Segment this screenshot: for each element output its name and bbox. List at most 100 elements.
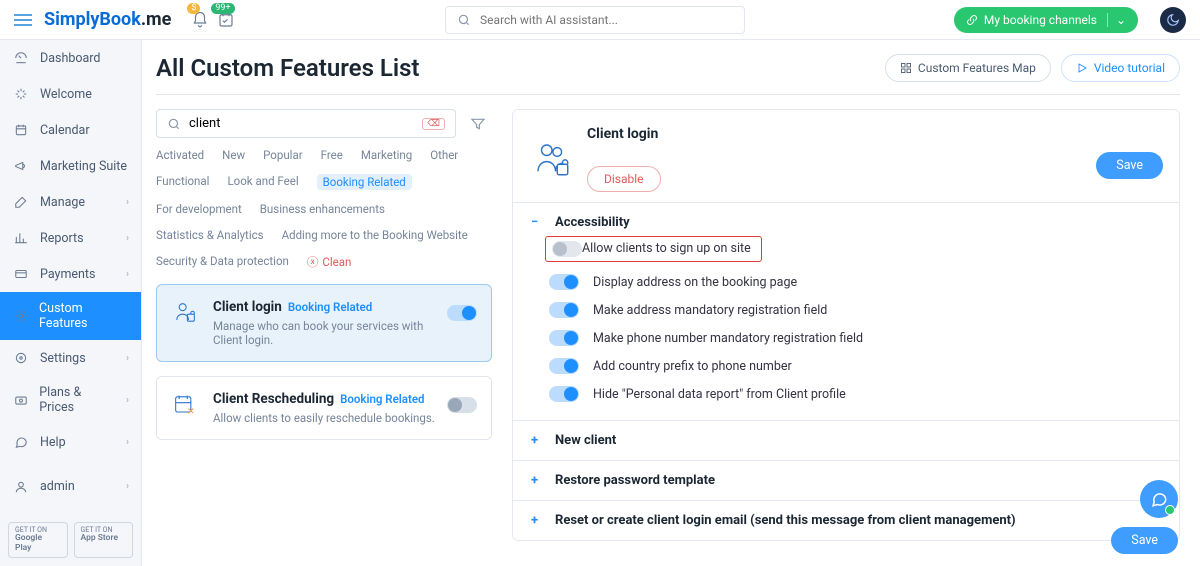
sidebar-item-settings[interactable]: Settings › — [0, 340, 141, 376]
filter-tag[interactable]: Marketing — [361, 148, 412, 162]
plus-icon: + — [531, 473, 545, 488]
filter-tag[interactable]: Booking Related — [317, 174, 412, 190]
option-row: Display address on the booking page — [531, 268, 1161, 296]
global-search-input[interactable] — [480, 13, 734, 27]
sidebar-item-help[interactable]: Help› — [0, 424, 141, 460]
feature-card[interactable]: Client ReschedulingBooking RelatedAllow … — [156, 376, 492, 440]
option-toggle[interactable] — [549, 274, 579, 290]
filter-tag[interactable]: New — [222, 148, 245, 162]
feature-category: Booking Related — [288, 300, 372, 314]
option-toggle[interactable] — [549, 386, 579, 402]
sidebar-item-dashboard[interactable]: Dashboard — [0, 40, 141, 76]
menu-toggle[interactable] — [14, 11, 32, 29]
video-tutorial-button[interactable]: Video tutorial — [1061, 54, 1180, 82]
search-icon — [456, 11, 472, 29]
section-header[interactable]: −Accessibility — [531, 215, 1161, 230]
feature-search-input[interactable] — [189, 116, 414, 131]
sidebar-item-label: Manage — [40, 195, 85, 210]
sidebar-item-label: Help — [40, 435, 66, 450]
sidebar-item-label: Reports — [40, 231, 84, 246]
sidebar-item-plans-prices[interactable]: Plans & Prices› — [0, 376, 141, 424]
sidebar-item-marketing-suite[interactable]: Marketing Suite — [0, 148, 141, 184]
logo-suffix: .me — [141, 9, 172, 30]
clear-search-button[interactable]: ⌫ — [422, 118, 445, 130]
google-play-badge[interactable]: GET IT ONGoogle Play — [8, 522, 68, 558]
sidebar: Dashboard Welcome Calendar Marketing Suite M… — [0, 40, 142, 566]
custom-features-map-button[interactable]: Custom Features Map — [885, 54, 1051, 82]
option-toggle[interactable] — [552, 241, 582, 257]
filter-tag[interactable]: For development — [156, 202, 242, 216]
minus-icon: − — [531, 215, 545, 230]
grid-icon — [900, 62, 912, 74]
sidebar-item-manage[interactable]: Manage › — [0, 184, 141, 220]
feature-toggle[interactable] — [447, 397, 477, 413]
filter-tag[interactable]: Look and Feel — [227, 174, 298, 190]
sidebar-item-reports[interactable]: Reports › — [0, 220, 141, 256]
option-label: Make phone number mandatory registration… — [593, 331, 863, 346]
badge-billing: $ — [187, 3, 200, 14]
sidebar-item-label: Calendar — [40, 123, 90, 138]
sidebar-item-label: Marketing Suite — [40, 159, 127, 174]
section-header[interactable]: + Restore password template — [531, 473, 1161, 488]
filter-tags: Activated New Popular Free Marketing Other Fun… — [156, 148, 492, 270]
filter-tag[interactable]: Activated — [156, 148, 204, 162]
clean-filters[interactable]: ⓧClean — [307, 254, 352, 270]
sidebar-item-label: Welcome — [40, 87, 92, 102]
chevron-right-icon: › — [126, 395, 129, 406]
option-label: Hide "Personal data report" from Client … — [593, 387, 846, 402]
feature-search[interactable]: ⌫ — [156, 109, 456, 138]
option-row: Hide "Personal data report" from Client … — [531, 380, 1161, 408]
sidebar-item-custom-features[interactable]: Custom Features — [0, 292, 141, 340]
filter-tag[interactable]: Adding more to the Booking Website — [282, 228, 468, 242]
feature-title: Client Rescheduling — [213, 391, 334, 407]
sidebar-item-admin[interactable]: admin› — [0, 469, 141, 505]
section-label: Restore password template — [555, 473, 715, 488]
feature-toggle[interactable] — [447, 305, 477, 321]
option-toggle[interactable] — [549, 358, 579, 374]
disable-button[interactable]: Disable — [587, 166, 661, 192]
gear-icon — [12, 307, 29, 325]
sidebar-item-label: Settings — [40, 351, 86, 366]
filter-tag[interactable]: Business enhancements — [260, 202, 385, 216]
feature-card[interactable]: Client loginBooking RelatedManage who ca… — [156, 284, 492, 362]
filter-tag[interactable]: Popular — [263, 148, 303, 162]
sidebar-item-label: Dashboard — [40, 51, 100, 66]
logo[interactable]: SimplyBook.me — [44, 9, 171, 30]
option-toggle[interactable] — [549, 302, 579, 318]
pencil-icon — [12, 193, 30, 211]
global-search[interactable] — [445, 6, 745, 34]
chevron-right-icon: › — [126, 233, 129, 244]
filter-icon[interactable] — [464, 110, 492, 138]
chevron-right-icon: › — [126, 269, 129, 280]
section-header[interactable]: +Reset or create client login email (sen… — [531, 513, 1161, 528]
filter-tag[interactable]: Free — [321, 148, 343, 162]
sidebar-item-payments[interactable]: Payments › — [0, 256, 141, 292]
sidebar-item-label: Payments — [40, 267, 95, 282]
app-store-badge[interactable]: GET IT ONApp Store — [74, 522, 134, 558]
filter-tag[interactable]: Other — [430, 148, 458, 162]
save-button-bottom[interactable]: Save — [1111, 527, 1178, 554]
theme-toggle[interactable] — [1160, 7, 1186, 33]
save-button-top[interactable]: Save — [1096, 152, 1163, 179]
sidebar-item-label: admin — [40, 479, 75, 494]
channels-label: My booking channels — [984, 13, 1097, 27]
chevron-right-icon: › — [126, 197, 129, 208]
option-toggle[interactable] — [549, 330, 579, 346]
filter-tag[interactable]: Functional — [156, 174, 209, 190]
page-title: All Custom Features List — [156, 54, 420, 82]
chat-bubble[interactable] — [1140, 480, 1178, 518]
sidebar-item-calendar[interactable]: Calendar — [0, 112, 141, 148]
detail-title: Client login — [587, 126, 661, 142]
channels-button[interactable]: My booking channels ⌄ — [954, 7, 1138, 33]
clear-icon: ⓧ — [307, 254, 319, 270]
filter-tag[interactable]: Security & Data protection — [156, 254, 289, 270]
sidebar-item-welcome[interactable]: Welcome — [0, 76, 141, 112]
client-login-icon — [531, 138, 573, 180]
chevron-right-icon: › — [126, 353, 129, 364]
feature-desc: Manage who can book your services with C… — [213, 319, 435, 347]
help-icon — [12, 433, 30, 451]
store-badges: GET IT ONGoogle PlayGET IT ONApp Store — [0, 514, 141, 566]
filter-tag[interactable]: Statistics & Analytics — [156, 228, 264, 242]
option-row: Make address mandatory registration fiel… — [531, 296, 1161, 324]
section-header[interactable]: +New client — [531, 433, 1161, 448]
